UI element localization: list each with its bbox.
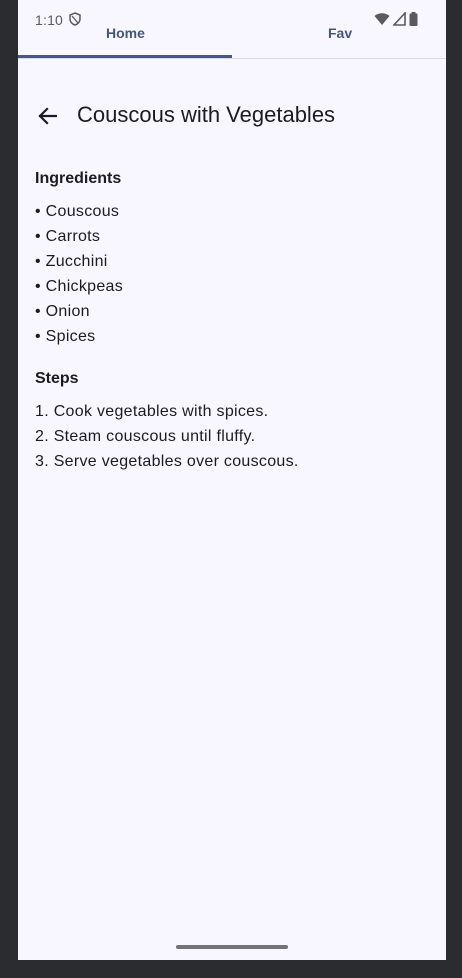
ingredients-list: • Couscous • Carrots • Zucchini • Chickp… bbox=[35, 199, 123, 349]
home-indicator[interactable] bbox=[176, 945, 288, 949]
status-bar: 1:10 bbox=[18, 0, 446, 40]
step-item: 1. Cook vegetables with spices. bbox=[35, 403, 269, 420]
ingredient-item: • Onion bbox=[35, 303, 90, 320]
shield-icon bbox=[69, 12, 81, 26]
step-item: 3. Serve vegetables over couscous. bbox=[35, 453, 299, 470]
ingredient-item: • Carrots bbox=[35, 228, 101, 245]
back-button[interactable] bbox=[31, 100, 63, 132]
status-time: 1:10 bbox=[35, 12, 64, 28]
page-title: Couscous with Vegetables bbox=[77, 102, 336, 127]
steps-list: 1. Cook vegetables with spices. 2. Steam… bbox=[35, 399, 299, 474]
ingredient-item: • Zucchini bbox=[35, 253, 108, 270]
status-icons bbox=[374, 12, 418, 26]
ingredients-heading: Ingredients bbox=[35, 170, 122, 187]
ingredient-item: • Couscous bbox=[35, 203, 120, 220]
arrow-back-icon bbox=[38, 107, 57, 125]
steps-heading: Steps bbox=[35, 370, 79, 387]
step-item: 2. Steam couscous until fluffy. bbox=[35, 428, 256, 445]
wifi-icon bbox=[374, 13, 390, 25]
ingredient-item: • Chickpeas bbox=[35, 278, 124, 295]
battery-icon bbox=[409, 12, 418, 26]
tab-indicator bbox=[18, 55, 232, 58]
top-app-bar: Couscous with Vegetables bbox=[18, 90, 446, 142]
signal-icon bbox=[393, 12, 406, 26]
ingredient-item: • Spices bbox=[35, 328, 96, 345]
app-screen: Home Fav 1:10 Couscous with Vegetables I… bbox=[18, 0, 446, 960]
